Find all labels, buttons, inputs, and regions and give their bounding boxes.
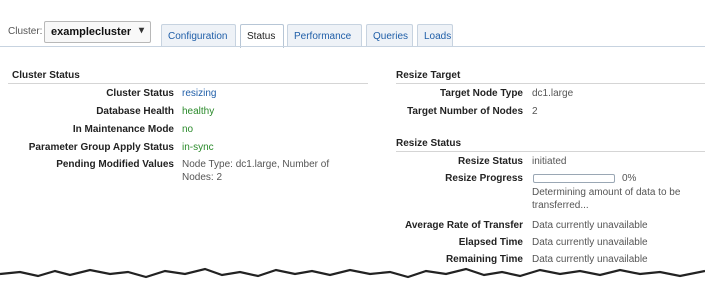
pending-values-line1: Node Type: dc1.large, Number of (182, 159, 330, 170)
pending-values-label: Pending Modified Values (56, 159, 174, 170)
progress-note-line1: Determining amount of data to be (532, 187, 681, 198)
tab-loads[interactable]: Loads (417, 24, 453, 47)
chevron-down-icon: ▾ (138, 25, 144, 36)
parameter-group-value: in-sync (182, 142, 214, 153)
section-divider (396, 83, 705, 84)
resize-status-label: Resize Status (457, 156, 523, 167)
tab-performance[interactable]: Performance (287, 24, 362, 47)
maintenance-mode-value: no (182, 124, 194, 135)
parameter-group-label: Parameter Group Apply Status (28, 142, 174, 153)
resize-progress-label: Resize Progress (445, 173, 523, 184)
resize-status-heading: Resize Status (396, 138, 462, 149)
cluster-status-label: Cluster Status (106, 88, 174, 99)
transfer-rate-label: Average Rate of Transfer (404, 220, 523, 231)
torn-edge (0, 267, 705, 286)
tab-status[interactable]: Status (240, 24, 284, 48)
target-node-count-label: Target Number of Nodes (407, 106, 523, 117)
elapsed-time-label: Elapsed Time (458, 237, 523, 248)
target-node-type-value: dc1.large (532, 88, 574, 99)
target-node-type-label: Target Node Type (440, 88, 523, 99)
database-health-value: healthy (182, 106, 215, 117)
tab-divider (0, 46, 705, 47)
cluster-select[interactable]: examplecluster ▾ (44, 21, 151, 43)
section-divider (8, 83, 368, 84)
section-divider (396, 151, 705, 152)
resize-progress-bar (533, 174, 615, 183)
cluster-status-value: resizing (182, 88, 217, 99)
resize-status-value: initiated (532, 156, 567, 167)
pending-values-line2: Nodes: 2 (182, 172, 223, 183)
tab-label: Status (247, 31, 276, 42)
cluster-status-heading: Cluster Status (12, 70, 80, 81)
tab-label: Queries (373, 31, 409, 42)
resize-progress-percent: 0% (622, 173, 637, 184)
transfer-rate-value: Data currently unavailable (532, 220, 648, 231)
cluster-select-value: examplecluster (51, 26, 132, 38)
maintenance-mode-label: In Maintenance Mode (72, 124, 174, 135)
elapsed-time-value: Data currently unavailable (532, 237, 648, 248)
tab-label: Configuration (168, 31, 228, 42)
tab-queries[interactable]: Queries (366, 24, 413, 47)
cluster-label: Cluster: (8, 26, 43, 37)
cluster-toolbar: Cluster: examplecluster ▾ Configuration … (0, 0, 705, 50)
tab-label: Loads (424, 31, 452, 42)
tab-label: Performance (294, 31, 352, 42)
progress-note-line2: transferred... (532, 200, 589, 211)
tab-configuration[interactable]: Configuration (161, 24, 236, 47)
target-node-count-value: 2 (532, 106, 538, 117)
resize-target-heading: Resize Target (396, 70, 461, 81)
database-health-label: Database Health (96, 106, 174, 117)
